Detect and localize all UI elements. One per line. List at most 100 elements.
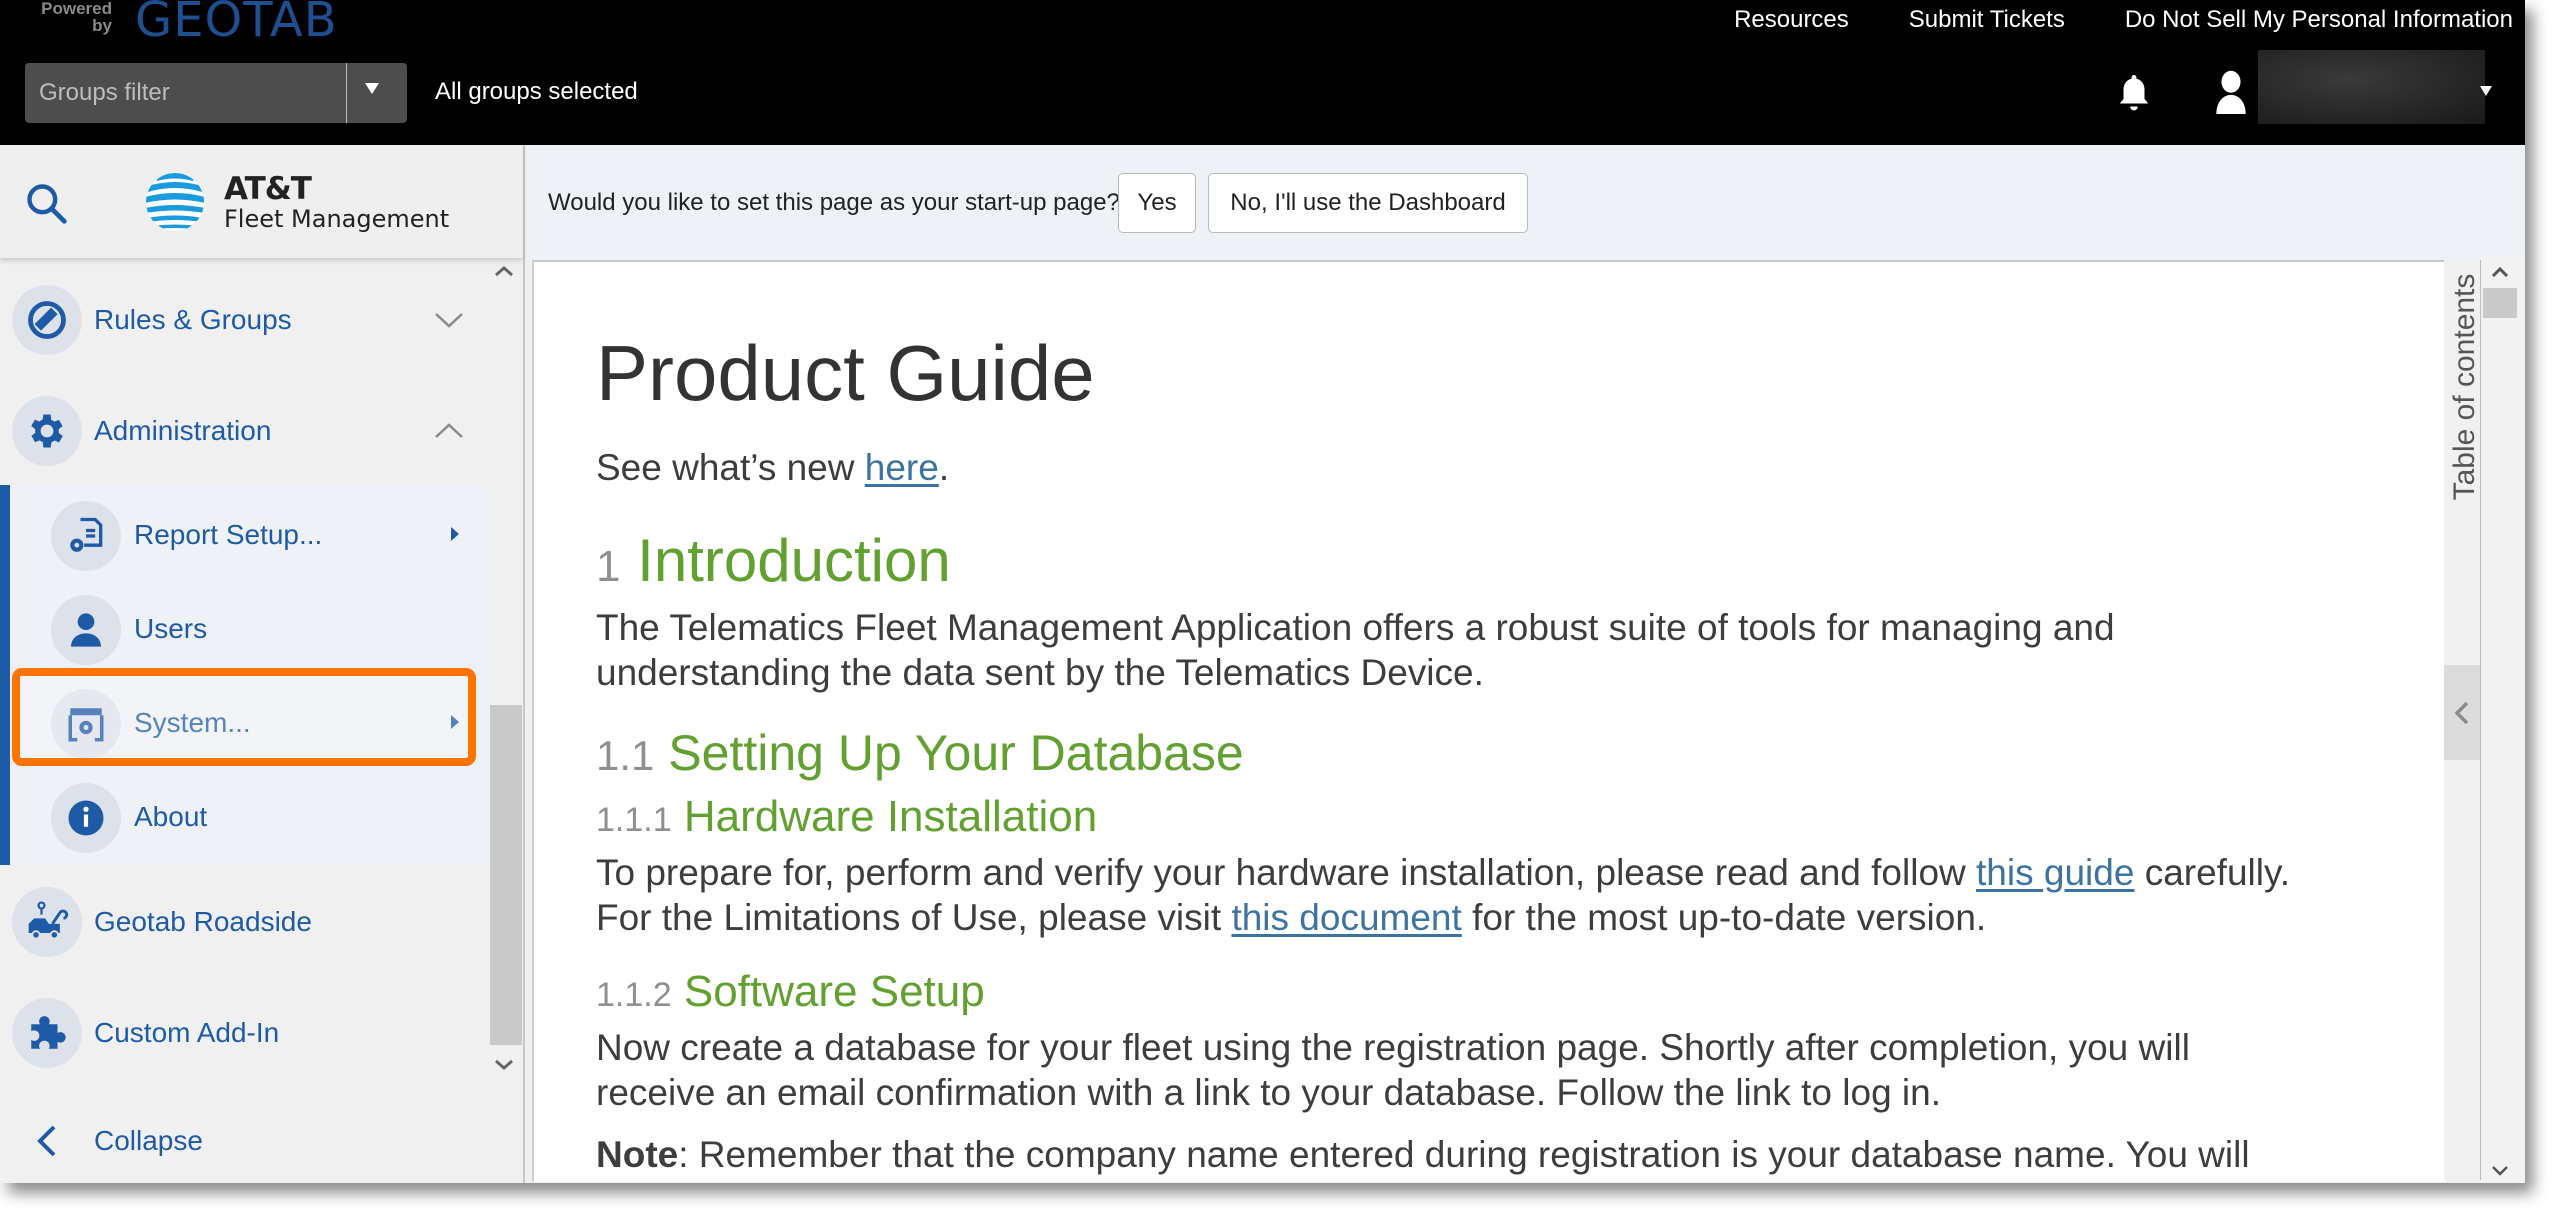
powered-by-label: Powered by — [41, 0, 112, 35]
groups-filter-input[interactable]: Groups filter — [39, 79, 170, 107]
app-window: Powered by GEOTAB Resources Submit Ticke… — [0, 0, 2525, 1183]
submenu-arrow-icon — [451, 527, 459, 541]
scroll-up-icon[interactable] — [2489, 264, 2511, 280]
hardware-line-1: To prepare for, perform and verify your … — [596, 850, 2290, 895]
report-setup-icon-wrap — [51, 501, 121, 571]
user-icon-wrap — [51, 595, 121, 665]
heading-setting-up-database: 1.1 Setting Up Your Database — [596, 724, 1244, 782]
chevron-left-icon — [37, 1125, 56, 1157]
do-not-sell-link[interactable]: Do Not Sell My Personal Information — [2125, 6, 2513, 34]
resources-link[interactable]: Resources — [1734, 6, 1849, 34]
sidebar: AT&T Fleet Management Rules & Groups Adm… — [0, 145, 525, 1183]
sidebar-header: AT&T Fleet Management — [0, 145, 523, 258]
scroll-up-icon[interactable] — [492, 263, 516, 279]
chevron-down-icon[interactable] — [365, 83, 379, 94]
sidebar-collapse-button[interactable]: Collapse — [0, 1091, 490, 1183]
chevron-up-icon[interactable] — [432, 420, 466, 442]
scroll-down-icon[interactable] — [492, 1057, 516, 1073]
geotab-logo[interactable]: GEOTAB — [135, 0, 338, 48]
heading-hardware-installation: 1.1.1 Hardware Installation — [596, 792, 1097, 842]
whats-new-line: See what’s new here. — [596, 445, 949, 490]
info-icon — [68, 800, 104, 836]
heading-introduction: 1 Introduction — [596, 526, 951, 595]
document-scrollbar-thumb[interactable] — [2483, 288, 2517, 318]
document-scrollbar[interactable] — [2481, 258, 2525, 1183]
limitations-text: for the most up-to-date version. — [1461, 897, 1987, 938]
roadside-tow-icon — [28, 901, 69, 940]
sidebar-item-rules-groups[interactable]: Rules & Groups — [0, 270, 490, 370]
this-document-link[interactable]: this document — [1231, 897, 1461, 938]
report-setup-icon — [70, 517, 103, 552]
att-logo-subtitle: Fleet Management — [224, 205, 450, 233]
toc-expand-tab[interactable] — [2444, 665, 2480, 760]
use-dashboard-button[interactable]: No, I'll use the Dashboard — [1208, 173, 1528, 233]
heading-number: 1.1 — [596, 732, 655, 779]
sidebar-subitem-label: Users — [134, 613, 208, 644]
sidebar-item-administration[interactable]: Administration — [0, 381, 490, 481]
heading-text: Introduction — [637, 527, 951, 594]
limitations-text: For the Limitations of Use, please visit — [596, 897, 1232, 938]
page-title: Product Guide — [596, 329, 1095, 417]
intro-line-1: The Telematics Fleet Management Applicat… — [596, 607, 2115, 648]
groups-filter-divider — [346, 63, 347, 123]
yes-button[interactable]: Yes — [1118, 173, 1196, 233]
software-line-1: Now create a database for your fleet usi… — [596, 1027, 2190, 1068]
user-name-redacted[interactable] — [2258, 50, 2485, 124]
heading-text: Hardware Installation — [683, 792, 1098, 841]
whats-new-text: See what’s new — [596, 447, 865, 488]
note-label: Note — [596, 1134, 679, 1175]
heading-text: Setting Up Your Database — [668, 725, 1244, 781]
top-links: Resources Submit Tickets Do Not Sell My … — [1734, 6, 2513, 34]
system-highlight-annotation — [12, 668, 476, 766]
info-icon-wrap — [51, 783, 121, 853]
groups-filter[interactable]: Groups filter — [25, 63, 407, 123]
rules-icon — [28, 301, 66, 339]
sidebar-item-geotab-roadside[interactable]: Geotab Roadside — [0, 872, 490, 972]
table-of-contents-panel[interactable]: Table of contents — [2444, 260, 2481, 1180]
startup-page-prompt: Would you like to set this page as your … — [525, 145, 2525, 260]
user-icon — [71, 613, 101, 647]
chevron-down-icon[interactable] — [432, 309, 466, 331]
heading-text: Software Setup — [683, 967, 985, 1016]
sidebar-subitem-about[interactable]: About — [0, 771, 490, 865]
hardware-text: To prepare for, perform and verify your … — [596, 852, 1977, 893]
roadside-tow-icon-wrap — [12, 887, 82, 957]
rules-icon-wrap — [12, 285, 82, 355]
sidebar-item-label: Custom Add-In — [94, 1017, 280, 1048]
toc-label[interactable]: Table of contents — [2448, 262, 2482, 512]
puzzle-icon-wrap — [12, 998, 82, 1068]
sidebar-item-label: Rules & Groups — [94, 304, 292, 335]
sidebar-scrollbar-thumb[interactable] — [490, 705, 522, 1045]
sidebar-item-custom-add-in[interactable]: Custom Add-In — [0, 983, 490, 1083]
sidebar-item-label: Administration — [94, 415, 272, 446]
product-guide-document: Product Guide See what’s new here. 1 Int… — [532, 260, 2446, 1182]
sidebar-subitem-report-setup[interactable]: Report Setup... — [0, 489, 490, 583]
whats-new-link[interactable]: here — [865, 447, 939, 488]
att-logo-name: AT&T — [224, 171, 312, 207]
heading-number: 1 — [596, 542, 621, 591]
att-globe-logo — [146, 173, 204, 231]
top-header: Powered by GEOTAB Resources Submit Ticke… — [0, 0, 2525, 145]
submit-tickets-link[interactable]: Submit Tickets — [1909, 6, 2065, 34]
sidebar-subitem-users[interactable]: Users — [0, 583, 490, 677]
this-guide-link[interactable]: this guide — [1976, 852, 2134, 893]
note-line: Note: Remember that the company name ent… — [596, 1132, 2250, 1177]
user-icon[interactable] — [2216, 70, 2246, 114]
startup-question: Would you like to set this page as your … — [548, 189, 1120, 216]
whats-new-period: . — [938, 447, 950, 488]
chevron-left-icon — [2454, 701, 2469, 725]
bell-icon[interactable] — [2116, 72, 2152, 114]
hardware-text: carefully. — [2134, 852, 2291, 893]
collapse-label: Collapse — [94, 1125, 203, 1156]
scroll-down-icon[interactable] — [2489, 1163, 2511, 1179]
note-text: : Remember that the company name entered… — [678, 1134, 2250, 1175]
caret-down-icon[interactable] — [2480, 86, 2492, 96]
search-icon[interactable] — [24, 181, 68, 225]
sidebar-item-label: Geotab Roadside — [94, 906, 312, 937]
gear-icon — [31, 414, 63, 448]
groups-status: All groups selected — [435, 78, 638, 105]
sidebar-subitem-label: Report Setup... — [134, 519, 323, 550]
heading-software-setup: 1.1.2 Software Setup — [596, 967, 985, 1017]
intro-line-2: understanding the data sent by the Telem… — [596, 652, 1484, 693]
hardware-line-2: For the Limitations of Use, please visit… — [596, 895, 1986, 940]
